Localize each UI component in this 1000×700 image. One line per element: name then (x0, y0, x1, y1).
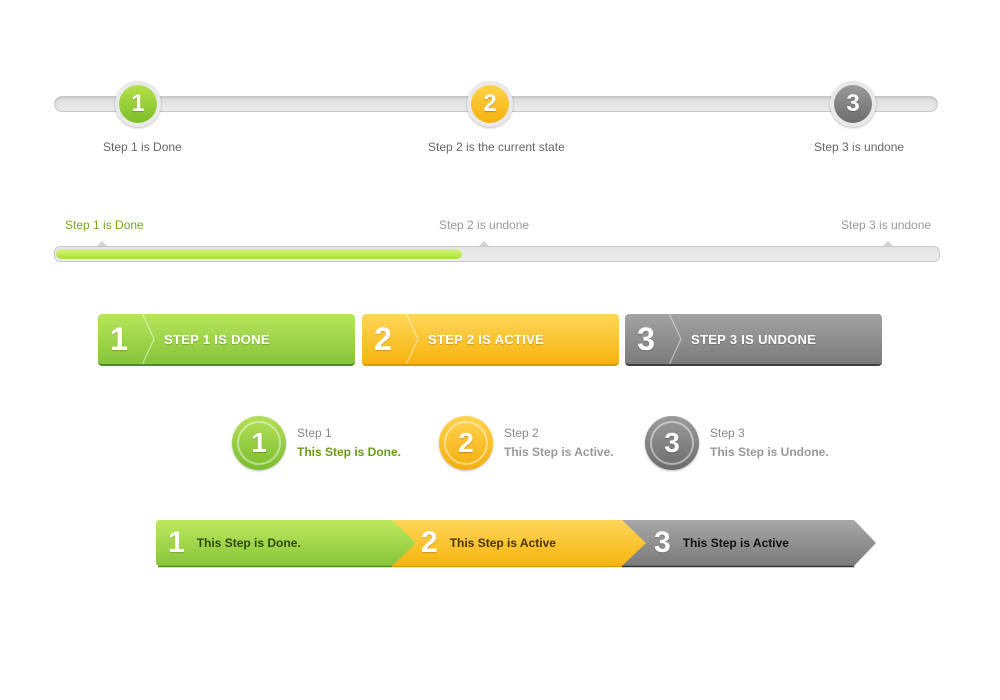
circle-step-3-description: This Step is Undone. (710, 445, 829, 459)
arrow-step-3-number: 3 (654, 526, 671, 559)
circle-step-3-number: 3 (650, 421, 694, 465)
circle-step-1-number: 1 (237, 421, 281, 465)
circle-step-3[interactable]: 3 (645, 416, 699, 470)
arrow-step-3[interactable]: 3 This Step is Active (654, 520, 789, 566)
tab-step-2-label: STEP 2 IS ACTIVE (428, 331, 545, 347)
tab-step-3-number: 3 (637, 320, 655, 357)
arrow-step-3-label: This Step is Active (682, 536, 789, 550)
step-1-node[interactable]: 1 (115, 81, 161, 127)
circle-step-2-number: 2 (444, 421, 488, 465)
step-2-node[interactable]: 2 (467, 81, 513, 127)
step-1-number: 1 (119, 85, 157, 123)
arrow-step-2-number: 2 (421, 526, 438, 559)
progress-track (54, 246, 940, 262)
chevron-divider-icon (405, 314, 419, 364)
step-3-node[interactable]: 3 (830, 81, 876, 127)
circle-step-1-title: Step 1 (297, 426, 332, 440)
circle-step-2-description: This Step is Active. (504, 445, 614, 459)
arrow-step-1[interactable]: 1 This Step is Done. (168, 520, 301, 566)
progress-step-2-label: Step 2 is undone (439, 218, 530, 232)
circle-step-2-title: Step 2 (504, 426, 539, 440)
arrow-step-2-label: This Step is Active (449, 536, 556, 550)
tab-step-3[interactable]: 3 STEP 3 IS UNDONE (625, 314, 882, 366)
arrow-stepper: 1 This Step is Done. 2 This Step is Acti… (156, 520, 878, 568)
step-2-label: Step 2 is the current state (428, 140, 565, 154)
tab-step-1[interactable]: 1 STEP 1 IS DONE (98, 314, 355, 366)
progress-step-1-label: Step 1 is Done (65, 218, 144, 232)
arrow-step-2[interactable]: 2 This Step is Active (421, 520, 556, 566)
tab-step-1-label: STEP 1 IS DONE (164, 331, 270, 347)
step-3-label: Step 3 is undone (814, 140, 905, 154)
circle-step-3-title: Step 3 (710, 426, 745, 440)
circle-step-1-description: This Step is Done. (297, 445, 402, 459)
chevron-divider-icon (668, 314, 682, 364)
chevron-divider-icon (141, 314, 155, 364)
step-3-number: 3 (834, 85, 872, 123)
circle-step-2[interactable]: 2 (439, 416, 493, 470)
tab-step-3-label: STEP 3 IS UNDONE (691, 331, 817, 347)
tab-step-2[interactable]: 2 STEP 2 IS ACTIVE (362, 314, 619, 366)
tab-step-2-number: 2 (374, 320, 392, 357)
arrow-step-1-label: This Step is Done. (196, 536, 301, 550)
circle-step-1[interactable]: 1 (232, 416, 286, 470)
progress-fill (56, 249, 462, 259)
tab-step-1-number: 1 (110, 320, 128, 357)
arrow-step-1-number: 1 (168, 526, 185, 559)
progress-step-3-label: Step 3 is undone (841, 218, 932, 232)
step-1-label: Step 1 is Done (103, 140, 182, 154)
step-2-number: 2 (471, 85, 509, 123)
